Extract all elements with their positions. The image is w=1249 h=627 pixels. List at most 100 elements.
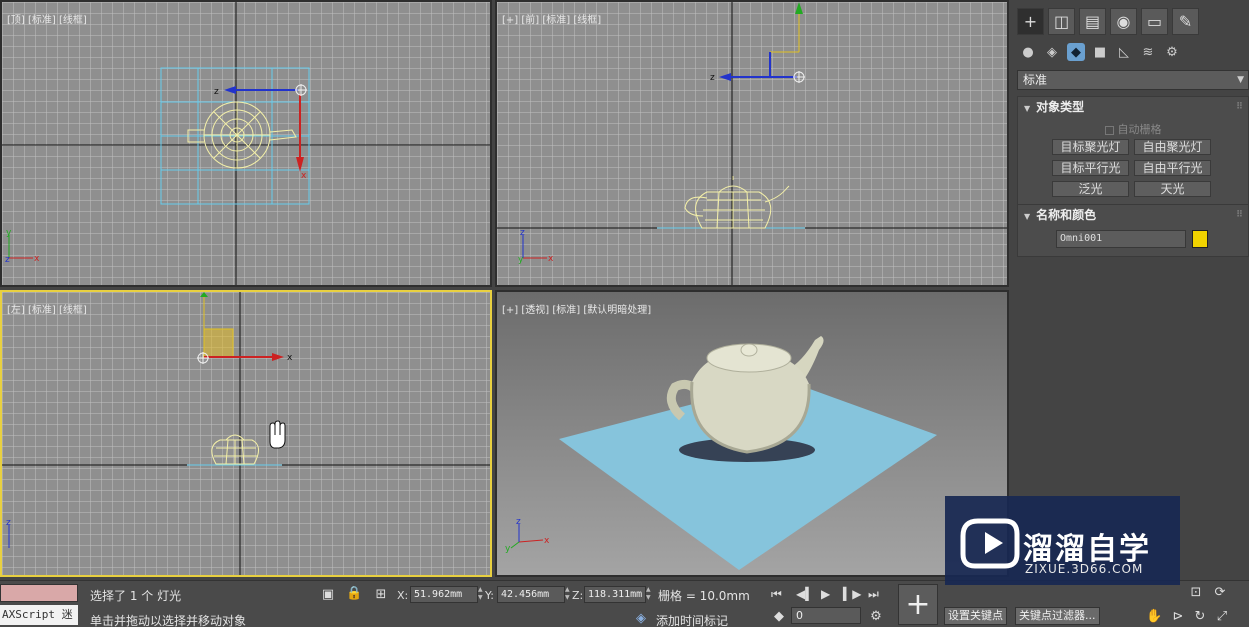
teapot-wireframe-front	[684, 176, 790, 229]
y-coordinate-field[interactable]: 42.456mm	[497, 586, 565, 603]
walk-through-icon[interactable]: ↻	[1192, 609, 1208, 625]
z-coordinate-field[interactable]: 118.311mm	[584, 586, 646, 603]
autogrid-checkbox[interactable]: 自动栅格	[1018, 121, 1248, 137]
watermark-url: ZIXUE.3D66.COM	[1025, 562, 1144, 576]
category-dropdown-value: 标准	[1023, 73, 1048, 87]
svg-text:x: x	[548, 254, 554, 264]
set-keys-button[interactable]: +	[898, 584, 938, 625]
helpers-icon[interactable]: ◺	[1115, 43, 1133, 61]
viewport-left[interactable]: [左] [标准] [线框] x z	[0, 290, 492, 577]
time-tag-icon[interactable]: ◈	[633, 611, 649, 627]
systems-icon[interactable]: ⚙	[1163, 43, 1181, 61]
svg-text:y: y	[6, 228, 12, 238]
x-coordinate-field[interactable]: 51.962mm	[410, 586, 478, 603]
gizmo-front: z	[710, 2, 805, 83]
rollout-grip-icon: ⠿	[1235, 210, 1243, 220]
viewport-top[interactable]: [顶] [标准] [线框] z x x y z	[0, 0, 492, 287]
maximize-viewport-icon[interactable]: ⤢	[1214, 609, 1230, 625]
target-direct-button[interactable]: 目标平行光	[1052, 160, 1129, 176]
svg-text:z: z	[214, 87, 219, 97]
command-panel-tabs: + ◫ ▤ ◉ ▭ ✎	[1017, 8, 1199, 35]
category-dropdown[interactable]: 标准 ▼	[1017, 70, 1249, 90]
next-frame-icon[interactable]: ▍▶	[843, 587, 861, 601]
zoom-extents-icon[interactable]: ⊡	[1188, 585, 1204, 601]
hand-cursor-icon	[269, 420, 286, 449]
maxscript-listener-output[interactable]	[0, 584, 78, 602]
add-time-tag[interactable]: 添加时间标记	[656, 612, 728, 627]
previous-frame-icon[interactable]: ◀▍	[796, 587, 814, 601]
svg-text:x: x	[287, 353, 293, 363]
current-frame-field[interactable]: 0	[791, 607, 861, 624]
selection-status: 选择了 1 个 灯光	[90, 589, 182, 603]
viewport-front[interactable]: [+] [前] [标准] [线框] z x z y	[495, 0, 1009, 287]
isolate-selection-icon[interactable]: ▣	[320, 587, 336, 603]
motion-tab-icon[interactable]: ◉	[1110, 8, 1137, 35]
name-color-rollout: ▼ 名称和颜色 ⠿ Omni001	[1017, 204, 1249, 257]
maxscript-mini-listener[interactable]: AXScript 迷	[0, 605, 78, 625]
y-label: Y:	[485, 589, 494, 602]
watermark-logo-icon	[960, 518, 1020, 569]
checkbox-icon	[1104, 125, 1114, 135]
axis-tripod-left: z	[6, 518, 11, 548]
modify-tab-icon[interactable]: ◫	[1048, 8, 1075, 35]
space-warps-icon[interactable]: ≋	[1139, 43, 1157, 61]
geometry-icon[interactable]: ●	[1019, 43, 1037, 61]
watermark-overlay: 溜溜自学 ZIXUE.3D66.COM	[945, 496, 1180, 585]
viewport-front-scene: z x z y	[497, 2, 1007, 285]
svg-text:z: z	[710, 73, 715, 83]
time-config-icon[interactable]: ⚙	[868, 609, 884, 625]
cameras-icon[interactable]: ■	[1091, 43, 1109, 61]
dropdown-arrow-icon: ▼	[1237, 75, 1244, 85]
goto-start-icon[interactable]: ⏮	[771, 587, 782, 602]
key-filters-button[interactable]: 关键点过滤器...	[1015, 607, 1100, 625]
pan-icon[interactable]: ✋	[1146, 609, 1162, 625]
free-spot-button[interactable]: 自由聚光灯	[1134, 139, 1211, 155]
command-panel: + ◫ ▤ ◉ ▭ ✎ ● ◈ ◆ ■ ◺ ≋ ⚙ 标准 ▼ ▼ 对象类型 ⠿ 自…	[1011, 0, 1249, 582]
svg-text:z: z	[6, 518, 11, 528]
skylight-button[interactable]: 天光	[1134, 181, 1211, 197]
svg-text:x: x	[544, 536, 550, 546]
target-spot-button[interactable]: 目标聚光灯	[1052, 139, 1129, 155]
object-type-header[interactable]: ▼ 对象类型 ⠿	[1018, 97, 1248, 117]
x-spinner-icon[interactable]: ▲ ▼	[478, 586, 484, 602]
svg-text:z: z	[520, 228, 525, 238]
axis-tripod-front: x z y	[518, 228, 554, 265]
axis-tripod-perspective: x z y	[505, 517, 550, 554]
name-color-header[interactable]: ▼ 名称和颜色 ⠿	[1018, 205, 1248, 225]
play-icon[interactable]: ▶	[821, 587, 830, 601]
lights-icon[interactable]: ◆	[1067, 43, 1085, 61]
viewport-top-scene: z x x y z	[2, 2, 490, 285]
set-key-button[interactable]: 设置关键点	[944, 607, 1007, 625]
y-spinner-icon[interactable]: ▲ ▼	[565, 586, 571, 602]
create-tab-icon[interactable]: +	[1017, 8, 1044, 35]
field-of-view-icon[interactable]: ⊳	[1170, 609, 1186, 625]
omni-button[interactable]: 泛光	[1052, 181, 1129, 197]
free-direct-button[interactable]: 自由平行光	[1134, 160, 1211, 176]
x-label: X:	[397, 589, 409, 602]
goto-end-icon[interactable]: ⏭	[868, 587, 879, 602]
orbit-icon[interactable]: ⟳	[1212, 585, 1228, 601]
hierarchy-tab-icon[interactable]: ▤	[1079, 8, 1106, 35]
viewport-perspective-scene: x z y	[505, 336, 937, 570]
object-color-swatch[interactable]	[1192, 230, 1208, 248]
z-spinner-icon[interactable]: ▲ ▼	[646, 586, 652, 602]
autogrid-label: 自动栅格	[1117, 123, 1162, 136]
axis-tripod-top: x y z	[5, 228, 40, 265]
object-name-field[interactable]: Omni001	[1056, 230, 1186, 248]
viewport-perspective[interactable]: [+] [透视] [标准] [默认明暗处理] x z y	[495, 290, 1009, 577]
svg-text:z: z	[5, 255, 10, 265]
status-bar: AXScript 迷 选择了 1 个 灯光 单击并拖动以选择并移动对象 ▣ 🔒 …	[0, 580, 1249, 627]
gizmo-left: x	[197, 292, 293, 364]
shapes-icon[interactable]: ◈	[1043, 43, 1061, 61]
lock-icon[interactable]: 🔒	[346, 586, 362, 602]
teapot-wireframe-left	[211, 434, 259, 465]
collapse-triangle-icon: ▼	[1024, 212, 1031, 221]
object-type-title: 对象类型	[1036, 100, 1085, 114]
svg-text:y: y	[518, 255, 524, 265]
name-color-title: 名称和颜色	[1036, 208, 1097, 222]
absolute-mode-icon[interactable]: ⊞	[373, 587, 389, 603]
display-tab-icon[interactable]: ▭	[1141, 8, 1168, 35]
utilities-tab-icon[interactable]: ✎	[1172, 8, 1199, 35]
z-label: Z:	[572, 589, 584, 602]
key-mode-icon[interactable]: ◆	[771, 609, 787, 625]
